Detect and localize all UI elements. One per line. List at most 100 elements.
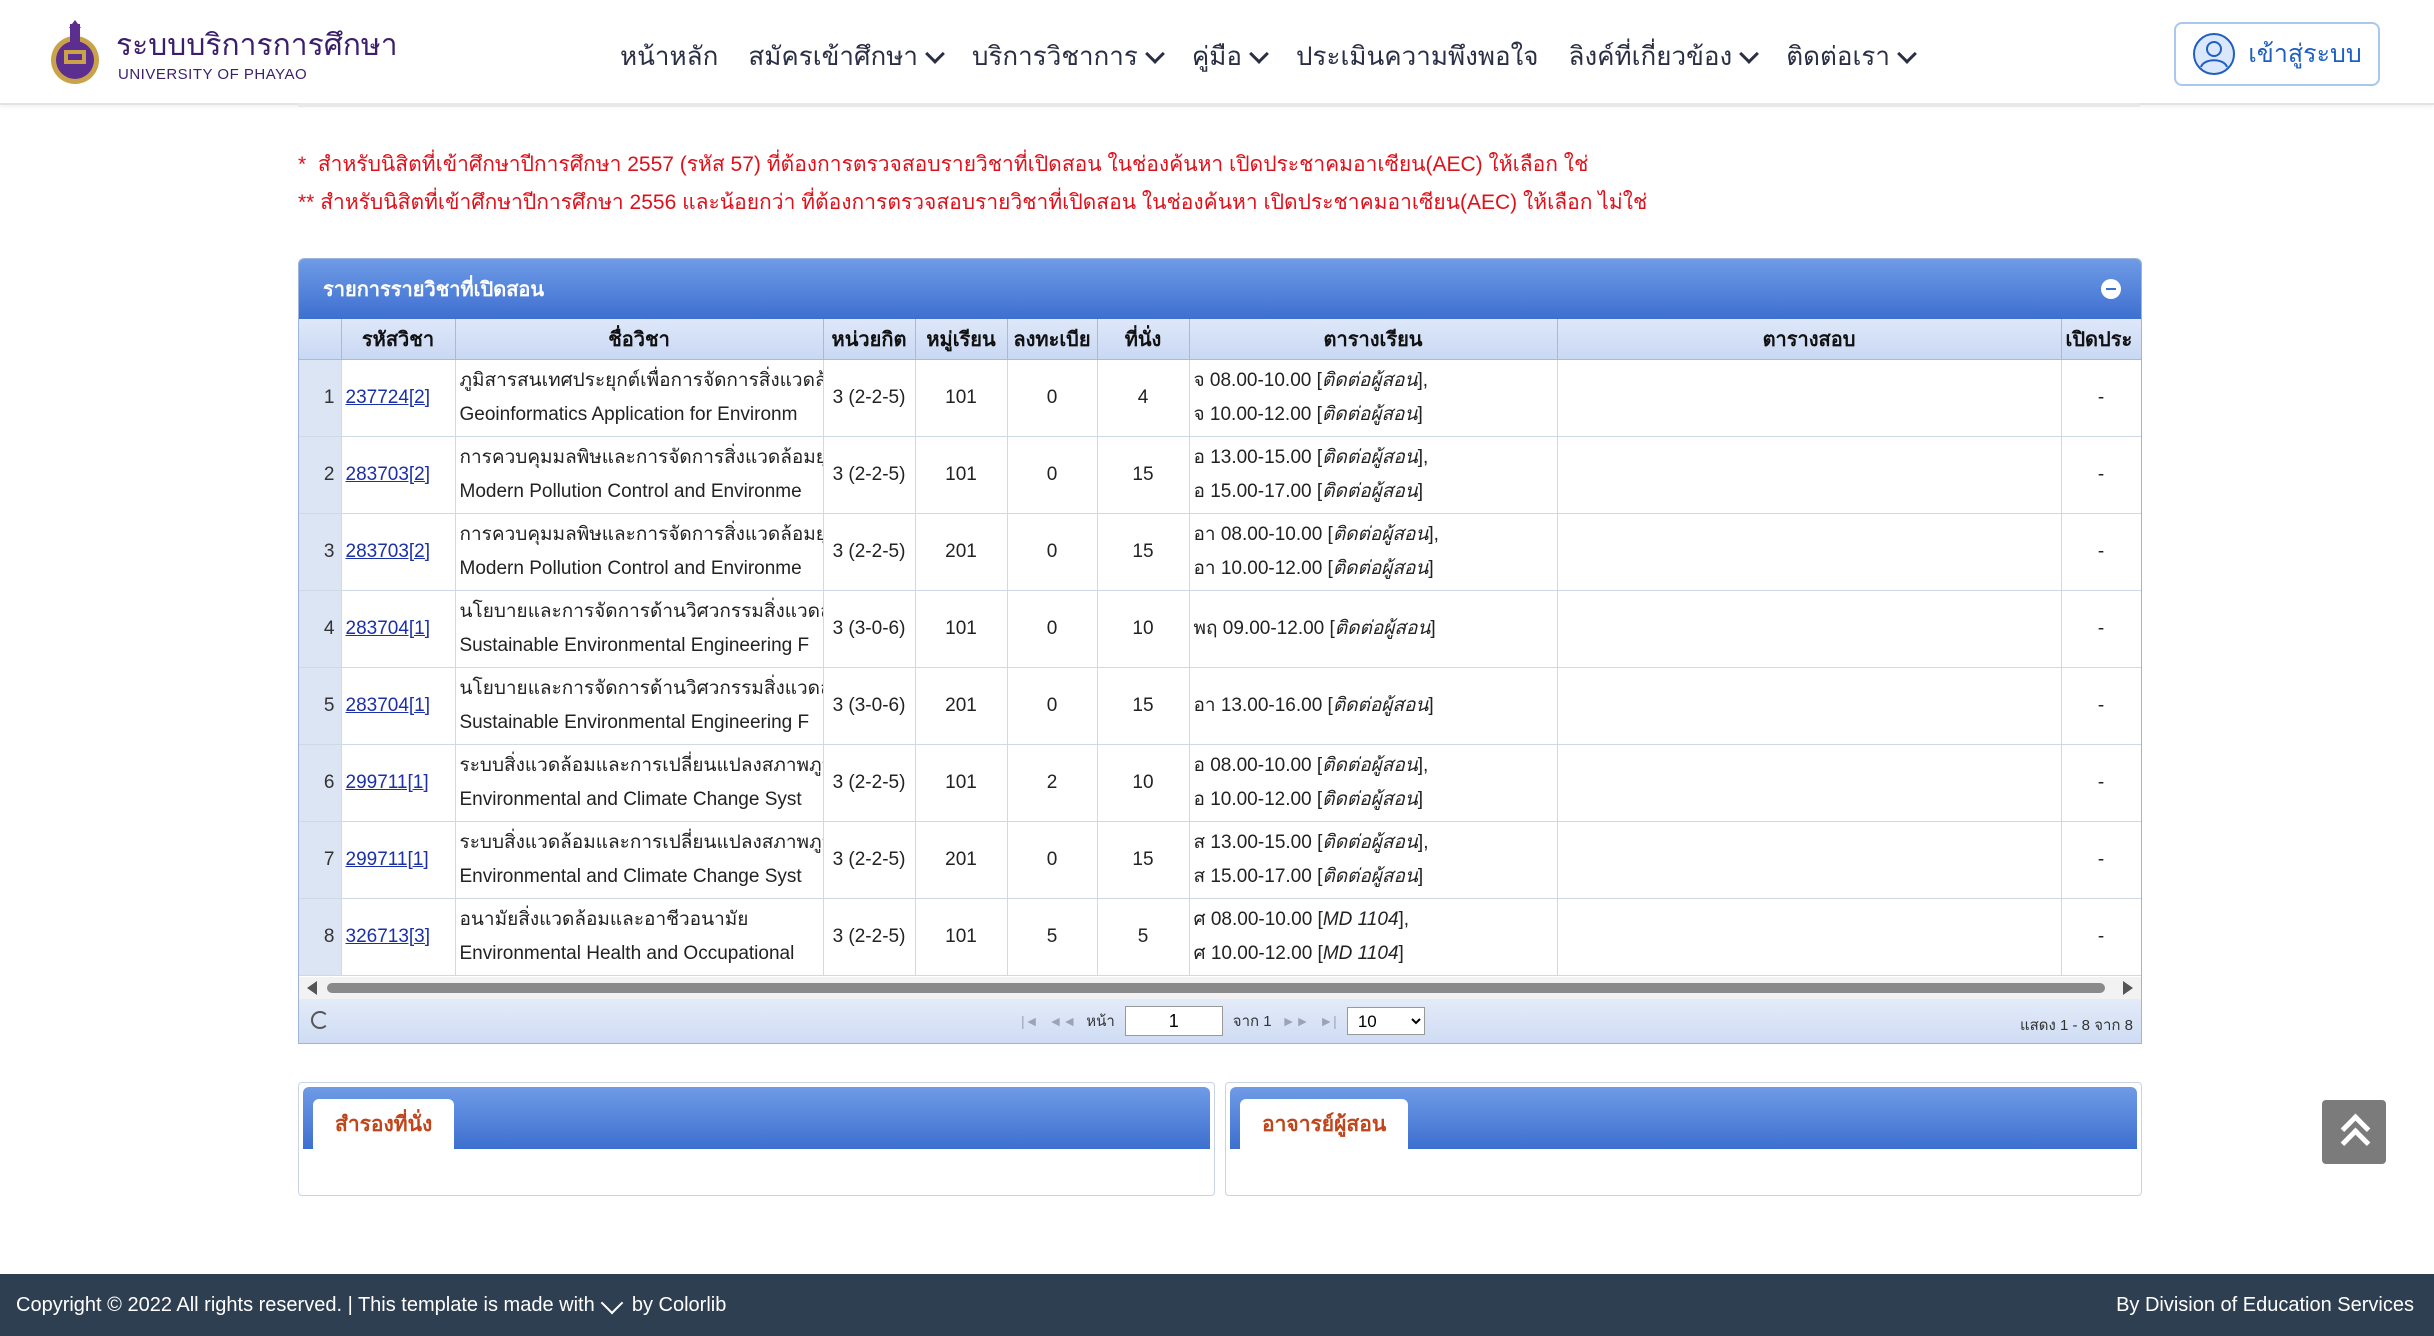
schedule-close: ] — [1417, 866, 1424, 887]
course-code-cell: 299711[1] — [341, 821, 456, 899]
aec-cell: - — [2061, 436, 2141, 514]
main-nav: หน้าหลัก สมัครเข้าศึกษา บริการวิชาการ คู… — [620, 36, 1917, 77]
colorlib-link[interactable]: by Colorlib — [632, 1294, 726, 1316]
table-row[interactable]: 5 283704[1] นโยบายและการจัดการด้านวิศวกรรม… — [299, 667, 2141, 745]
horizontal-scrollbar[interactable] — [299, 977, 2141, 999]
column-header-seats[interactable]: ที่นั่ง — [1097, 319, 1190, 360]
copyright: Copyright © 2022 All rights reserved. | … — [16, 1291, 726, 1317]
prev-page-button[interactable]: ◄◄ — [1049, 1013, 1077, 1029]
first-page-button[interactable]: |◄ — [1021, 1013, 1039, 1029]
nav-item-satisfaction[interactable]: ประเมินความพึงพอใจ — [1296, 36, 1538, 77]
nav-item-contact[interactable]: ติดต่อเรา — [1786, 36, 1917, 77]
credit-cell: 3 (2-2-5) — [823, 744, 916, 822]
brand-title[interactable]: ระบบบริการการศึกษา — [116, 22, 398, 69]
nav-item-label: หน้าหลัก — [620, 41, 719, 71]
course-code-link[interactable]: 283703[2] — [342, 541, 431, 562]
page-total-label: จาก 1 — [1232, 1013, 1272, 1030]
scroll-right-icon[interactable] — [2123, 981, 2133, 995]
notice-aec-yes: * สำหรับนิสิตที่เข้าศึกษาปีการศึกษา 2557… — [298, 148, 1588, 181]
column-header — [299, 319, 342, 360]
course-code-link[interactable]: 283703[2] — [342, 464, 431, 485]
collapse-icon[interactable] — [2101, 279, 2121, 299]
column-header-schedule[interactable]: ตารางเรียน — [1189, 319, 1558, 360]
row-number: 8 — [299, 898, 342, 976]
column-header-registered[interactable]: ลงทะเบีย — [1007, 319, 1098, 360]
credit-cell: 3 (2-2-5) — [823, 359, 916, 437]
schedule-close: ], — [1417, 832, 1429, 853]
nav-item-admission[interactable]: สมัครเข้าศึกษา — [748, 36, 945, 77]
schedule-room: ติดต่อผู้สอน — [1322, 755, 1418, 776]
tab-instructor[interactable]: อาจารย์ผู้สอน — [1240, 1099, 1409, 1149]
schedule-cell: อ 13.00-15.00 [ติดต่อผู้สอน], อ 15.00-17.… — [1189, 436, 1558, 514]
grid-caption: รายการรายวิชาที่เปิดสอน — [299, 259, 2141, 319]
column-header-name[interactable]: ชื่อวิชา — [455, 319, 824, 360]
nav-item-home[interactable]: หน้าหลัก — [620, 36, 718, 77]
table-row[interactable]: 2 283703[2] การควบคุมมลพิษและการจัดการสิ่ง… — [299, 436, 2141, 514]
login-button[interactable]: เข้าสู่ระบบ — [2174, 22, 2380, 86]
seats-cell: 10 — [1097, 590, 1190, 668]
course-code-link[interactable]: 283704[1] — [342, 618, 431, 639]
page-size-select[interactable]: 10 — [1346, 1007, 1425, 1035]
course-code-link[interactable]: 299711[1] — [342, 849, 429, 870]
tab-reserve-seat[interactable]: สำรองที่นั่ง — [313, 1099, 455, 1149]
schedule-room: ติดต่อผู้สอน — [1332, 524, 1429, 545]
row-number: 6 — [299, 744, 342, 822]
seats-cell: 4 — [1097, 359, 1190, 437]
page-number-input[interactable] — [1124, 1006, 1223, 1036]
column-header-code[interactable]: รหัสวิชา — [341, 319, 456, 360]
section-cell: 101 — [915, 590, 1008, 668]
schedule-time: ส 13.00-15.00 [ — [1193, 832, 1323, 853]
course-code-cell: 283703[2] — [341, 513, 456, 591]
schedule-close: ], — [1417, 447, 1429, 468]
course-name-en: Modern Pollution Control and Environme — [459, 481, 802, 502]
column-header-section[interactable]: หมู่เรียน — [915, 319, 1008, 360]
nav-item-manual[interactable]: คู่มือ — [1192, 36, 1269, 77]
scroll-to-top-button[interactable] — [2322, 1100, 2386, 1164]
table-row[interactable]: 8 326713[3] อนามัยสิ่งแวดล้อมและอาชีวอนามั… — [299, 898, 2141, 976]
chevron-down-icon — [925, 43, 945, 64]
refresh-icon[interactable] — [311, 1011, 329, 1029]
course-name-cell: อนามัยสิ่งแวดล้อมและอาชีวอนามัย Environme… — [455, 898, 824, 976]
site-header: ระบบบริการการศึกษา UNIVERSITY OF PHAYAO … — [0, 0, 2434, 105]
course-name-th: ภูมิสารสนเทศประยุกต์เพื่อการจัดการสิ่งแว… — [459, 370, 823, 391]
last-page-button[interactable]: ►| — [1319, 1013, 1337, 1029]
table-row[interactable]: 4 283704[1] นโยบายและการจัดการด้านวิศวกรรม… — [299, 590, 2141, 668]
schedule-time: อ 10.00-12.00 [ — [1193, 789, 1323, 810]
registered-cell: 0 — [1007, 590, 1098, 668]
section-cell: 201 — [915, 821, 1008, 899]
scroll-left-icon[interactable] — [307, 981, 317, 995]
course-code-link[interactable]: 283704[1] — [342, 695, 431, 716]
schedule-time: จ 10.00-12.00 [ — [1193, 404, 1322, 425]
seats-cell: 15 — [1097, 821, 1190, 899]
nav-item-related-links[interactable]: ลิงค์ที่เกี่ยวข้อง — [1569, 36, 1760, 77]
table-row[interactable]: 1 237724[2] ภูมิสารสนเทศประยุกต์เพื่อการจั… — [299, 359, 2141, 437]
row-number: 1 — [299, 359, 342, 437]
schedule-cell: จ 08.00-10.00 [ติดต่อผู้สอน], จ 10.00-12.… — [1189, 359, 1558, 437]
table-row[interactable]: 3 283703[2] การควบคุมมลพิษและการจัดการสิ่ง… — [299, 513, 2141, 591]
course-code-link[interactable]: 326713[3] — [342, 926, 431, 947]
nav-item-academic-services[interactable]: บริการวิชาการ — [971, 36, 1165, 77]
schedule-close: ] — [1417, 789, 1424, 810]
column-header-credit[interactable]: หน่วยกิต — [823, 319, 916, 360]
column-header-exam[interactable]: ตารางสอบ — [1557, 319, 2062, 360]
seats-cell: 10 — [1097, 744, 1190, 822]
table-row[interactable]: 7 299711[1] ระบบสิ่งแวดล้อมและการเปลี่ยนแป… — [299, 821, 2141, 899]
course-code-link[interactable]: 237724[2] — [342, 387, 431, 408]
grid-title: รายการรายวิชาที่เปิดสอน — [323, 279, 545, 301]
table-row[interactable]: 6 299711[1] ระบบสิ่งแวดล้อมและการเปลี่ยนแป… — [299, 744, 2141, 822]
course-code-link[interactable]: 299711[1] — [342, 772, 429, 793]
schedule-close: ] — [1428, 695, 1434, 716]
university-logo[interactable] — [48, 20, 102, 88]
column-header-aec[interactable]: เปิดประ — [2061, 319, 2141, 360]
next-page-button[interactable]: ►► — [1282, 1013, 1310, 1029]
aec-cell: - — [2061, 667, 2141, 745]
aec-cell: - — [2061, 821, 2141, 899]
schedule-room: ติดต่อผู้สอน — [1334, 618, 1431, 639]
course-code-cell: 299711[1] — [341, 744, 456, 822]
nav-item-label: บริการวิชาการ — [971, 41, 1138, 71]
schedule-time: อ 08.00-10.00 [ — [1193, 755, 1323, 776]
course-name-en: Environmental and Climate Change Syst — [459, 866, 802, 887]
schedule-close: ] — [1428, 558, 1434, 579]
divider — [298, 103, 2140, 107]
scroll-thumb[interactable] — [327, 983, 2105, 993]
